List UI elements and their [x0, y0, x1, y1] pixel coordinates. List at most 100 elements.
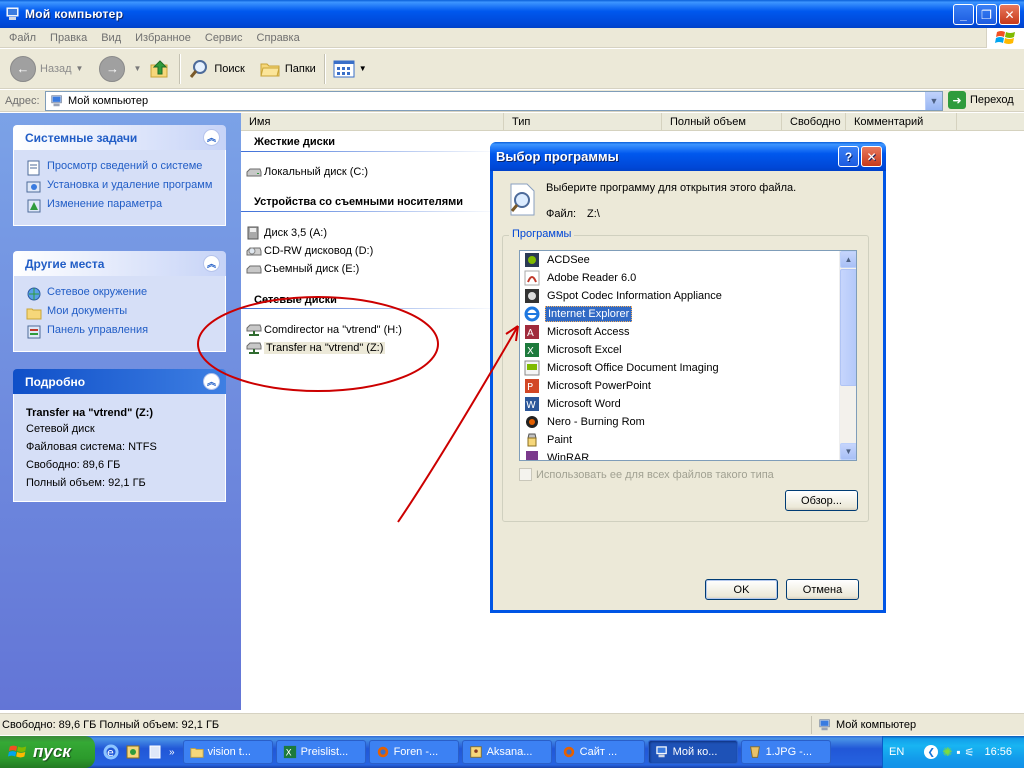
drive-c[interactable]: Локальный диск (C:) — [246, 164, 368, 180]
task-button[interactable]: Сайт ... — [554, 740, 645, 764]
document-imaging-icon — [524, 360, 540, 376]
back-button[interactable]: ← Назад ▼ — [6, 52, 87, 86]
internet-explorer-icon[interactable]: e — [103, 744, 119, 760]
menu-favorites[interactable]: Избранное — [128, 32, 198, 44]
other-places-header[interactable]: Другие места ︽ — [13, 251, 226, 276]
task-button[interactable]: Foren -... — [368, 740, 459, 764]
quick-launch-more-icon[interactable]: » — [169, 747, 175, 758]
place-my-documents[interactable]: Мои документы — [26, 305, 225, 321]
collapse-chevron-icon[interactable]: ︽ — [203, 129, 220, 146]
excel-icon: X — [525, 343, 539, 357]
drive-z[interactable]: Transfer на "vtrend" (Z:) — [246, 340, 386, 356]
help-button[interactable]: ? — [838, 146, 859, 167]
task-change-setting[interactable]: Изменение параметра — [26, 198, 225, 214]
program-item[interactable]: Nero - Burning Rom — [520, 413, 856, 431]
drive-d[interactable]: CD-RW дисковод (D:) — [246, 243, 373, 259]
word-icon: W — [525, 397, 539, 411]
program-item[interactable]: WinRAR — [520, 449, 856, 460]
folders-button[interactable]: Папки — [255, 52, 320, 86]
task-button-active[interactable]: Мой ко... — [647, 740, 738, 764]
views-button[interactable]: ▼ — [329, 52, 371, 86]
column-total-size[interactable]: Полный объем — [662, 113, 782, 131]
drive-a[interactable]: Диск 3,5 (A:) — [246, 225, 327, 241]
address-input[interactable]: Мой компьютер ▼ — [45, 91, 943, 111]
checkbox-box[interactable] — [519, 468, 532, 481]
address-dropdown-icon[interactable]: ▼ — [925, 92, 942, 110]
task-button[interactable]: 1.JPG -... — [740, 740, 831, 764]
dialog-close-button[interactable]: ✕ — [861, 146, 882, 167]
scroll-thumb[interactable] — [840, 269, 856, 386]
programs-scrollbar[interactable]: ▲ ▼ — [839, 251, 856, 460]
drive-h[interactable]: Comdirector на "vtrend" (H:) — [246, 322, 402, 338]
details-header[interactable]: Подробно ︽ — [13, 369, 226, 394]
window-titlebar[interactable]: Мой компьютер _ ❐ ✕ — [0, 0, 1024, 28]
network-status-icon[interactable]: ✺ — [942, 745, 952, 759]
my-computer-icon — [6, 7, 19, 20]
language-indicator[interactable]: EN — [889, 746, 904, 758]
up-button[interactable] — [145, 52, 175, 86]
place-control-panel[interactable]: Панель управления — [26, 324, 225, 340]
back-dropdown-icon[interactable]: ▼ — [76, 64, 84, 73]
monitor-tray-icon[interactable]: ▪ — [956, 745, 960, 759]
forward-button[interactable]: → ▼ — [95, 52, 145, 86]
go-arrow-icon: ➜ — [948, 91, 966, 109]
menu-view[interactable]: Вид — [94, 32, 128, 44]
task-add-remove-programs[interactable]: Установка и удаление программ — [26, 179, 225, 195]
forward-dropdown-icon[interactable]: ▼ — [133, 64, 141, 73]
cd-drive-icon — [246, 247, 262, 256]
ok-button[interactable]: OK — [705, 579, 778, 600]
program-item[interactable]: P Microsoft PowerPoint — [520, 377, 856, 395]
programs-group: Программы ACDSee Adobe Reader 6.0 GSpot … — [502, 228, 869, 522]
drive-e[interactable]: Съемный диск (E:) — [246, 261, 359, 277]
close-button[interactable]: ✕ — [999, 4, 1020, 25]
minimize-button[interactable]: _ — [953, 4, 974, 25]
go-button[interactable]: ➜ Переход — [948, 91, 1014, 109]
my-computer-icon — [819, 718, 830, 730]
column-type[interactable]: Тип — [504, 113, 662, 131]
views-dropdown-icon[interactable]: ▼ — [359, 64, 367, 73]
scroll-up-icon[interactable]: ▲ — [840, 251, 856, 268]
browse-button[interactable]: Обзор... — [785, 490, 858, 511]
menu-edit[interactable]: Правка — [43, 32, 94, 44]
task-label: 1.JPG -... — [765, 746, 813, 758]
dialog-titlebar[interactable]: Выбор программы ? ✕ — [490, 142, 886, 171]
program-item[interactable]: ACDSee — [520, 251, 856, 269]
clock[interactable]: 16:56 — [984, 746, 1012, 758]
task-view-system-info[interactable]: Просмотр сведений о системе — [26, 160, 225, 176]
other-places-panel: Другие места ︽ Сетевое окружение Мои док… — [13, 251, 226, 352]
menu-tools[interactable]: Сервис — [198, 32, 250, 44]
maximize-button[interactable]: ❐ — [976, 4, 997, 25]
column-free[interactable]: Свободно — [782, 113, 846, 131]
nero-icon — [526, 416, 538, 428]
program-item[interactable]: Paint — [520, 431, 856, 449]
scroll-down-icon[interactable]: ▼ — [840, 443, 856, 460]
place-network[interactable]: Сетевое окружение — [26, 286, 225, 302]
task-button[interactable]: Aksana... — [461, 740, 552, 764]
program-item[interactable]: W Microsoft Word — [520, 395, 856, 413]
task-button[interactable]: X Preislist... — [275, 740, 366, 764]
menu-help[interactable]: Справка — [250, 32, 307, 44]
column-name[interactable]: Имя — [241, 113, 504, 131]
task-button[interactable]: vision t... — [182, 740, 273, 764]
desktop-icon[interactable] — [147, 744, 163, 760]
program-item-selected[interactable]: Internet Explorer — [520, 305, 856, 323]
menu-file[interactable]: Файл — [2, 32, 43, 44]
program-item[interactable]: GSpot Codec Information Appliance — [520, 287, 856, 305]
program-item[interactable]: Adobe Reader 6.0 — [520, 269, 856, 287]
system-tasks-header[interactable]: Системные задачи ︽ — [13, 125, 226, 150]
collapse-chevron-icon[interactable]: ︽ — [203, 373, 220, 390]
programs-list[interactable]: ACDSee Adobe Reader 6.0 GSpot Codec Info… — [519, 250, 857, 461]
program-item[interactable]: X Microsoft Excel — [520, 341, 856, 359]
cancel-button[interactable]: Отмена — [786, 579, 859, 600]
tray-expand-icon[interactable]: ❮ — [924, 745, 939, 759]
start-button[interactable]: пуск — [0, 736, 95, 768]
media-icon[interactable] — [125, 744, 141, 760]
always-use-checkbox[interactable]: Использовать ее для всех файлов такого т… — [519, 468, 774, 481]
program-item[interactable]: A Microsoft Access — [520, 323, 856, 341]
status-bar: Свободно: 89,6 ГБ Полный объем: 92,1 ГБ … — [0, 713, 1024, 735]
collapse-chevron-icon[interactable]: ︽ — [203, 255, 220, 272]
column-comment[interactable]: Комментарий — [846, 113, 957, 131]
program-item[interactable]: Microsoft Office Document Imaging — [520, 359, 856, 377]
audio-tray-icon[interactable]: ⚟ — [965, 746, 975, 759]
search-button[interactable]: Поиск — [184, 52, 248, 86]
